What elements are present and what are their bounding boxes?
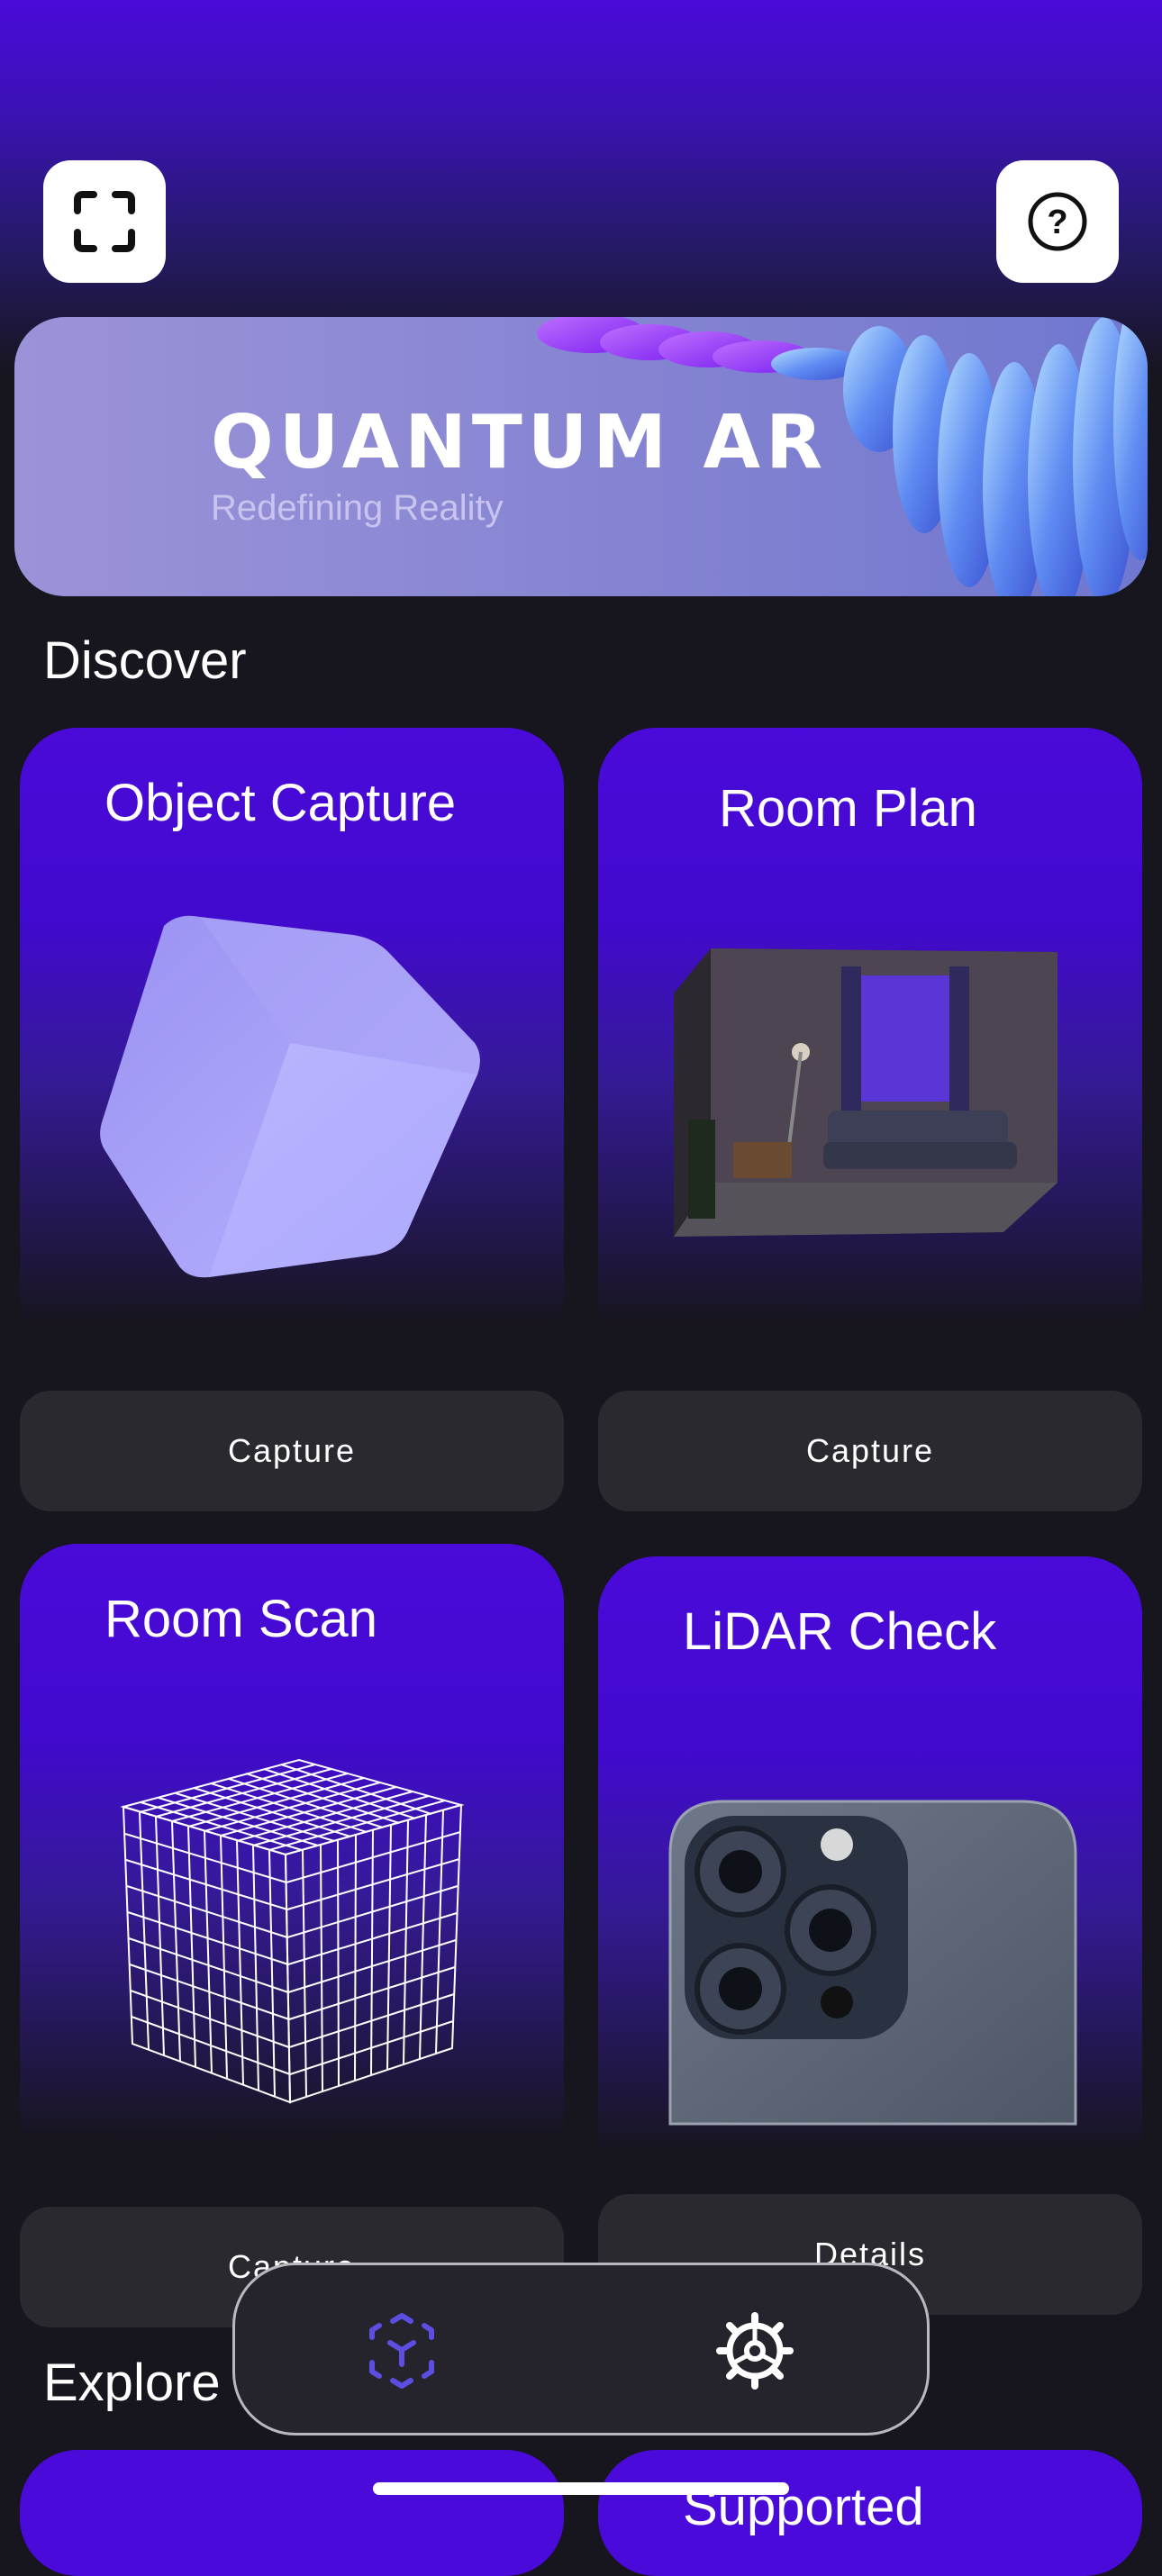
wireframe-cube-image: [120, 1758, 465, 2104]
scan-button[interactable]: [43, 160, 166, 283]
gear-icon: [716, 2312, 794, 2390]
lidar-check-card[interactable]: LiDAR Check: [598, 1556, 1142, 2187]
room-scan-card[interactable]: Room Scan: [20, 1544, 564, 2174]
hero-banner[interactable]: QUANTUM AR Redefining Reality: [14, 317, 1148, 596]
help-button[interactable]: ?: [996, 160, 1119, 283]
room-interior-image: [674, 948, 1058, 1237]
bottom-tab-bar: [232, 2263, 930, 2435]
tab-ar[interactable]: [352, 2301, 451, 2400]
explore-card-1[interactable]: [20, 2450, 564, 2576]
question-circle-icon: ?: [1028, 192, 1087, 251]
scan-frame-icon: [74, 191, 135, 252]
banner-title: QUANTUM AR: [211, 400, 829, 485]
cube-object-image: [100, 915, 480, 1278]
room-plan-button[interactable]: Capture: [598, 1391, 1142, 1511]
ar-cube-icon: [369, 2313, 434, 2389]
explore-heading: Explore: [43, 2354, 221, 2412]
banner-subtitle: Redefining Reality: [211, 488, 504, 528]
svg-text:?: ?: [1047, 204, 1067, 241]
explore-card-supported[interactable]: Supported: [598, 2450, 1142, 2576]
phone-camera-image: [668, 1800, 1077, 2126]
discover-heading: Discover: [43, 631, 247, 690]
card-title: LiDAR Check: [683, 1602, 997, 1661]
tab-settings[interactable]: [705, 2301, 804, 2400]
card-title: Room Scan: [104, 1590, 378, 1648]
object-capture-card[interactable]: Object Capture: [20, 728, 564, 1358]
object-capture-button[interactable]: Capture: [20, 1391, 564, 1511]
room-plan-card[interactable]: Room Plan: [598, 728, 1142, 1358]
card-title: Room Plan: [719, 779, 977, 838]
home-indicator: [373, 2482, 789, 2495]
card-title: Object Capture: [104, 774, 457, 832]
